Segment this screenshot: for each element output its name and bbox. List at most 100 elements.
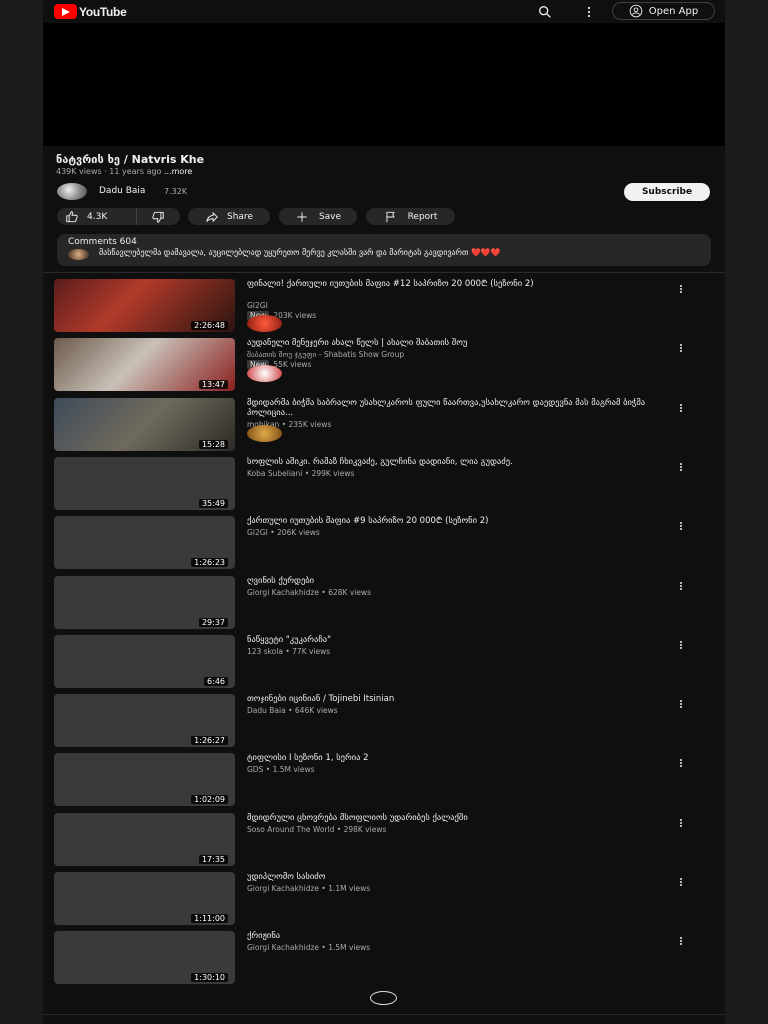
more-vert-icon[interactable] [679, 936, 683, 946]
channel-avatar[interactable] [247, 424, 282, 442]
video-item-stats: Giorgi Kachakhidze • 628K views [247, 587, 372, 597]
video-item-title[interactable]: სოფლის აშიკი. რამაზ ჩხიკვაძე, გულჩინა და… [247, 457, 652, 467]
subscriber-count: 7.32K [164, 187, 188, 196]
more-vert-icon[interactable] [679, 403, 683, 413]
video-duration: 15:28 [198, 439, 228, 449]
more-vert-icon[interactable] [679, 758, 683, 768]
video-item-stats: Giorgi Kachakhidze • 1.1M views [247, 884, 371, 893]
more-link[interactable]: ...more [164, 167, 192, 176]
video-item-channel: Giorgi Kachakhidze [247, 884, 320, 893]
report-button[interactable]: Report [366, 208, 455, 225]
video-player[interactable] [43, 23, 725, 146]
more-vert-icon[interactable] [679, 284, 683, 294]
logo-text: YouTube [79, 4, 127, 19]
video-thumbnail[interactable]: 1:30:10 [54, 931, 235, 985]
divider [43, 1014, 725, 1015]
video-duration: 35:49 [198, 498, 228, 508]
video-list-item[interactable]: 1:11:00 უდიპლომო სასიძო Giorgi Kachakhidze… [43, 872, 725, 928]
divider [43, 272, 725, 273]
more-vert-icon[interactable] [679, 581, 683, 591]
video-item-channel: 123 skola [247, 646, 283, 656]
video-item-title[interactable]: აუდანელი მენეჯერი ახალ წელს | ახალი შაბა… [247, 338, 652, 348]
video-thumbnail[interactable]: 2:26:48 [54, 279, 235, 332]
more-vert-icon[interactable] [679, 877, 683, 887]
video-item-stats: GDS • 1.5M views [247, 765, 315, 775]
comments-section[interactable]: Comments 604 მასწავლებელმა დამავალა, აუც… [57, 234, 711, 266]
video-item-title[interactable]: მდიდარმა ბიჭმა საბრალო უსახლკაროს ფული წ… [247, 398, 652, 418]
video-thumbnail[interactable]: 1:11:00 [54, 872, 235, 925]
thumbs-down-icon [152, 211, 164, 223]
youtube-app: YouTube Open App ნატვრის ხე / Natvris Kh… [43, 0, 725, 1024]
dislike-button[interactable] [137, 210, 179, 224]
video-list-item[interactable]: 1:26:23 ქართული იუთუბის მაფია #9 საპრიზო … [43, 516, 725, 572]
top-bar: YouTube Open App [43, 0, 725, 23]
video-item-title[interactable]: ტიფლისი I სეზონი 1, სერია 2 [247, 753, 652, 763]
video-thumbnail[interactable]: 1:26:23 [54, 516, 235, 570]
video-list-item[interactable]: 6:46 ნაწყვეტი "კუკარაჩა" 123 skola • 77K v… [43, 634, 725, 691]
video-item-views: 206K views [277, 528, 320, 538]
video-duration: 29:37 [198, 617, 228, 627]
video-thumbnail[interactable]: 6:46 [54, 634, 235, 688]
more-vert-icon[interactable] [679, 521, 683, 531]
video-thumbnail[interactable]: 15:28 [54, 397, 235, 451]
more-vert-icon[interactable] [679, 818, 683, 828]
video-list-item[interactable]: 2:26:48 ფინალი! ქართული იუთუბის მაფია #12… [43, 279, 725, 335]
video-list-item[interactable]: 35:49 სოფლის აშიკი. რამაზ ჩხიკვაძე, გულჩი… [43, 456, 725, 513]
video-item-channel: Soso Around The World [247, 824, 335, 834]
video-thumbnail[interactable]: 17:35 [54, 812, 235, 866]
video-item-views: 1.5M views [328, 943, 371, 953]
channel-avatar[interactable] [247, 365, 282, 383]
video-list-item[interactable]: 1:30:10 ქრიჟინა Giorgi Kachakhidze • 1.5M … [43, 931, 725, 987]
video-list-item[interactable]: 15:28 მდიდარმა ბიჭმა საბრალო უსახლკაროს ფ… [43, 397, 725, 454]
video-list-item[interactable]: 17:35 მდიდრული ცხოვრება მსოფლიოს უდარიბეს… [43, 812, 725, 869]
youtube-logo[interactable]: YouTube [54, 4, 127, 19]
video-thumbnail[interactable]: 1:26:27 [54, 694, 235, 748]
video-duration: 13:47 [198, 380, 228, 390]
share-button[interactable]: Share [188, 208, 270, 225]
video-item-title[interactable]: უდიპლომო სასიძო [247, 872, 652, 882]
video-list-item[interactable]: 13:47 აუდანელი მენეჯერი ახალ წელს | ახალი… [43, 338, 725, 394]
video-duration: 1:26:23 [191, 558, 228, 568]
video-list-item[interactable]: 1:26:27 თოჯინები იცინიან / Tojinebi Itsin… [43, 694, 725, 750]
channel-avatar[interactable] [247, 315, 282, 332]
video-duration: 6:46 [204, 676, 228, 686]
video-item-title[interactable]: ნაწყვეტი "კუკარაჩა" [247, 635, 652, 645]
upload-age: 11 years ago [109, 167, 162, 176]
more-vert-icon[interactable] [581, 4, 597, 20]
like-button[interactable]: 4.3K [57, 208, 137, 225]
video-item-views: 299K views [311, 468, 355, 478]
video-item-title[interactable]: ქრიჟინა [247, 931, 652, 941]
more-vert-icon[interactable] [679, 699, 683, 709]
video-thumbnail[interactable]: 35:49 [54, 456, 235, 510]
channel-avatar[interactable] [57, 183, 87, 200]
save-button[interactable]: Save [279, 208, 357, 225]
video-item-views: 77K views [292, 646, 331, 656]
video-thumbnail[interactable]: 29:37 [54, 575, 235, 629]
more-vert-icon[interactable] [679, 462, 683, 472]
video-item-channel: Dadu Baia [247, 706, 286, 716]
video-thumbnail[interactable]: 13:47 [54, 338, 235, 392]
video-item-title[interactable]: ფინალი! ქართული იუთუბის მაფია #12 საპრიზ… [247, 279, 652, 289]
more-vert-icon[interactable] [679, 640, 683, 650]
loading-spinner [370, 991, 397, 1005]
video-list-item[interactable]: 29:37 ღვინის ქურდები Giorgi Kachakhidze • … [43, 575, 725, 632]
open-app-button[interactable]: Open App [612, 2, 715, 20]
video-item-views: 646K views [294, 706, 338, 716]
share-label: Share [227, 211, 253, 222]
video-item-stats: Koba Subeliani • 299K views [247, 468, 355, 478]
share-icon [206, 211, 218, 222]
video-item-title[interactable]: თოჯინები იცინიან / Tojinebi Itsinian [247, 694, 652, 704]
video-item-stats: GI2GI • 206K views [247, 528, 320, 538]
search-icon[interactable] [537, 4, 553, 20]
video-thumbnail[interactable]: 1:02:09 [54, 753, 235, 807]
video-item-title[interactable]: მდიდრული ცხოვრება მსოფლიოს უდარიბეს ქალა… [247, 813, 652, 823]
video-item-views: 298K views [343, 824, 387, 834]
video-list-item[interactable]: 1:02:09 ტიფლისი I სეზონი 1, სერია 2 GDS • … [43, 753, 725, 809]
more-vert-icon[interactable] [679, 343, 683, 353]
view-count: 439K views [56, 167, 102, 176]
channel-name[interactable]: Dadu Baia [99, 186, 145, 196]
like-dislike-group: 4.3K [57, 208, 180, 225]
video-item-title[interactable]: ქართული იუთუბის მაფია #9 საპრიზო 20 000₾… [247, 516, 652, 526]
video-item-title[interactable]: ღვინის ქურდები [247, 576, 652, 586]
subscribe-button[interactable]: Subscribe [624, 183, 710, 201]
